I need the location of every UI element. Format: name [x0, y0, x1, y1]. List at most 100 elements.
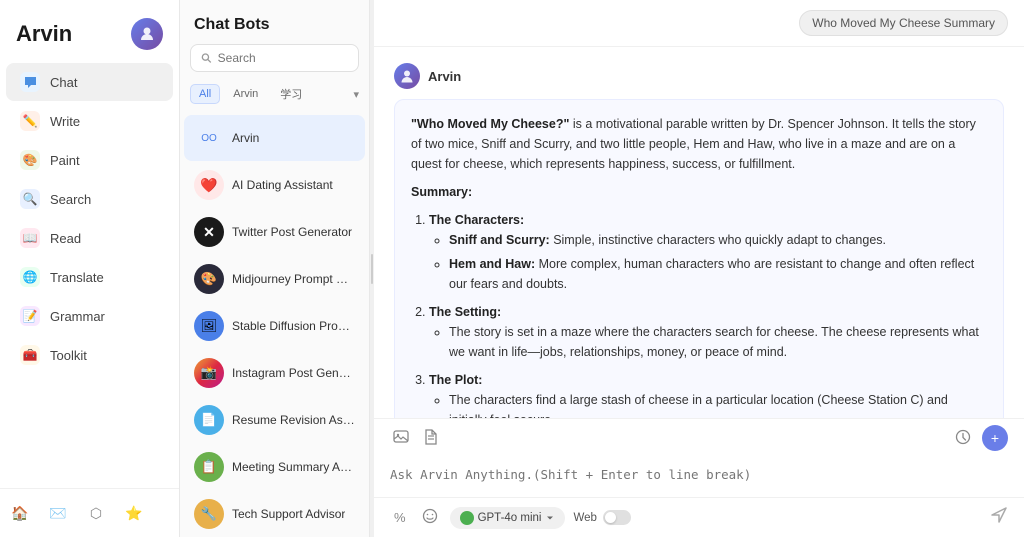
chat-top-bar: Who Moved My Cheese Summary	[374, 0, 1024, 47]
bot-item-ai-dating[interactable]: ❤️ AI Dating Assistant	[184, 162, 365, 208]
bot-name-ai-dating: AI Dating Assistant	[232, 178, 333, 192]
bot-avatar-stable-diffusion: 🖼	[194, 311, 224, 341]
section-setting: The Setting: The story is set in a maze …	[429, 302, 987, 362]
emoji-icon[interactable]	[418, 506, 442, 529]
summary-list: The Characters: Sniff and Scurry: Simple…	[411, 210, 987, 418]
bots-panel: Chat Bots All Arvin 学习 ▾ OO Arvin ❤️ AI …	[180, 0, 370, 537]
bot-name-resume: Resume Revision Assis...	[232, 413, 355, 427]
chat-nav-icon	[20, 72, 40, 92]
filter-tab-study[interactable]: 学习	[271, 82, 311, 106]
bot-avatar-midjourney: 🎨	[194, 264, 224, 294]
bots-list: OO Arvin ❤️ AI Dating Assistant ✕ Twitte…	[180, 114, 369, 537]
chrome-icon[interactable]: ⬡	[82, 499, 110, 527]
sidebar-label-write: Write	[50, 114, 80, 129]
app-title-text: Arvin	[16, 21, 72, 47]
bot-name-twitter: Twitter Post Generator	[232, 225, 352, 239]
sidebar-label-translate: Translate	[50, 270, 104, 285]
chat-messages: Arvin "Who Moved My Cheese?" is a motiva…	[374, 47, 1024, 418]
sidebar-label-paint: Paint	[50, 153, 80, 168]
bot-item-stable-diffusion[interactable]: 🖼 Stable Diffusion Prom...	[184, 303, 365, 349]
web-toggle[interactable]: Web	[573, 510, 630, 525]
home-icon[interactable]: 🏠	[6, 499, 34, 527]
chat-actions-bar: +	[374, 418, 1024, 457]
translate-nav-icon: 🌐	[20, 267, 40, 287]
nav-menu: Chat ✏️ Write 🎨 Paint 🔍 Search 📖 Read 🌐 …	[0, 62, 179, 375]
sidebar-item-paint[interactable]: 🎨 Paint	[6, 141, 173, 179]
write-nav-icon: ✏️	[20, 111, 40, 131]
filter-tabs: All Arvin 学习 ▾	[180, 82, 369, 114]
filter-more-button[interactable]: ▾	[353, 88, 359, 101]
sidebar-label-toolkit: Toolkit	[50, 348, 87, 363]
summary-label: Summary:	[411, 182, 987, 202]
slash-command-icon[interactable]: %	[390, 508, 410, 527]
bot-avatar-arvin: OO	[194, 123, 224, 153]
bot-name-tech-support: Tech Support Advisor	[232, 507, 345, 521]
sidebar-label-search: Search	[50, 192, 91, 207]
user-avatar[interactable]	[131, 18, 163, 50]
mail-icon[interactable]: ✉️	[44, 499, 72, 527]
bot-avatar-meeting: 📋	[194, 452, 224, 482]
bot-avatar-twitter: ✕	[194, 217, 224, 247]
history-icon[interactable]	[952, 426, 974, 451]
bot-avatar-ai-dating: ❤️	[194, 170, 224, 200]
sidebar-item-translate[interactable]: 🌐 Translate	[6, 258, 173, 296]
app-title-bar: Arvin	[0, 0, 179, 62]
bot-name-midjourney: Midjourney Prompt Ge...	[232, 272, 355, 286]
bot-name-instagram: Instagram Post Genera...	[232, 366, 355, 380]
search-nav-icon: 🔍	[20, 189, 40, 209]
chat-area: Who Moved My Cheese Summary Arvin "Who M…	[374, 0, 1024, 537]
search-box-icon	[201, 52, 212, 64]
message-sender: Arvin	[394, 63, 1004, 89]
chat-input[interactable]	[390, 463, 1008, 486]
search-box[interactable]	[190, 44, 359, 72]
topic-badge[interactable]: Who Moved My Cheese Summary	[799, 10, 1008, 36]
search-input[interactable]	[218, 51, 348, 65]
section-characters: The Characters: Sniff and Scurry: Simple…	[429, 210, 987, 294]
web-toggle-switch[interactable]	[603, 510, 631, 525]
sidebar-item-write[interactable]: ✏️ Write	[6, 102, 173, 140]
paint-nav-icon: 🎨	[20, 150, 40, 170]
sidebar-item-read[interactable]: 📖 Read	[6, 219, 173, 257]
sidebar-item-chat[interactable]: Chat	[6, 63, 173, 101]
sidebar-item-toolkit[interactable]: 🧰 Toolkit	[6, 336, 173, 374]
sender-name: Arvin	[428, 69, 461, 84]
bot-name-stable-diffusion: Stable Diffusion Prom...	[232, 319, 355, 333]
filter-tab-all[interactable]: All	[190, 84, 220, 104]
sidebar-label-chat: Chat	[50, 75, 77, 90]
image-action-icon[interactable]	[390, 426, 412, 451]
bot-avatar-instagram: 📸	[194, 358, 224, 388]
model-name: GPT-4o mini	[478, 512, 542, 524]
send-button[interactable]	[990, 506, 1008, 529]
bots-panel-title: Chat Bots	[180, 0, 369, 44]
bot-item-arvin[interactable]: OO Arvin	[184, 115, 365, 161]
model-indicator	[460, 511, 474, 525]
model-chevron-icon	[545, 513, 555, 523]
sidebar-item-search[interactable]: 🔍 Search	[6, 180, 173, 218]
star-icon[interactable]: ⭐	[120, 499, 148, 527]
bot-item-instagram[interactable]: 📸 Instagram Post Genera...	[184, 350, 365, 396]
sender-avatar	[394, 63, 420, 89]
attach-button[interactable]: +	[982, 425, 1008, 451]
bot-item-twitter[interactable]: ✕ Twitter Post Generator	[184, 209, 365, 255]
bot-item-midjourney[interactable]: 🎨 Midjourney Prompt Ge...	[184, 256, 365, 302]
bot-avatar-resume: 📄	[194, 405, 224, 435]
message-intro: "Who Moved My Cheese?" is a motivational…	[411, 114, 987, 174]
message-content: "Who Moved My Cheese?" is a motivational…	[394, 99, 1004, 418]
sidebar-item-grammar[interactable]: 📝 Grammar	[6, 297, 173, 335]
sidebar-bottom-bar: 🏠 ✉️ ⬡ ⭐	[0, 488, 179, 537]
web-label: Web	[573, 512, 596, 524]
read-nav-icon: 📖	[20, 228, 40, 248]
toolkit-nav-icon: 🧰	[20, 345, 40, 365]
filter-tab-arvin[interactable]: Arvin	[224, 84, 267, 104]
left-sidebar: Arvin Chat ✏️ Write 🎨 Paint 🔍	[0, 0, 180, 537]
document-action-icon[interactable]	[420, 426, 441, 451]
section-plot: The Plot: The characters find a large st…	[429, 370, 987, 418]
model-selector[interactable]: GPT-4o mini	[450, 507, 566, 529]
bot-item-meeting[interactable]: 📋 Meeting Summary Ass...	[184, 444, 365, 490]
chat-input-area[interactable]	[374, 457, 1024, 497]
sidebar-label-grammar: Grammar	[50, 309, 105, 324]
grammar-nav-icon: 📝	[20, 306, 40, 326]
bot-item-resume[interactable]: 📄 Resume Revision Assis...	[184, 397, 365, 443]
chat-bottom-bar: % GPT-4o mini Web	[374, 497, 1024, 537]
bot-item-tech-support[interactable]: 🔧 Tech Support Advisor	[184, 491, 365, 537]
